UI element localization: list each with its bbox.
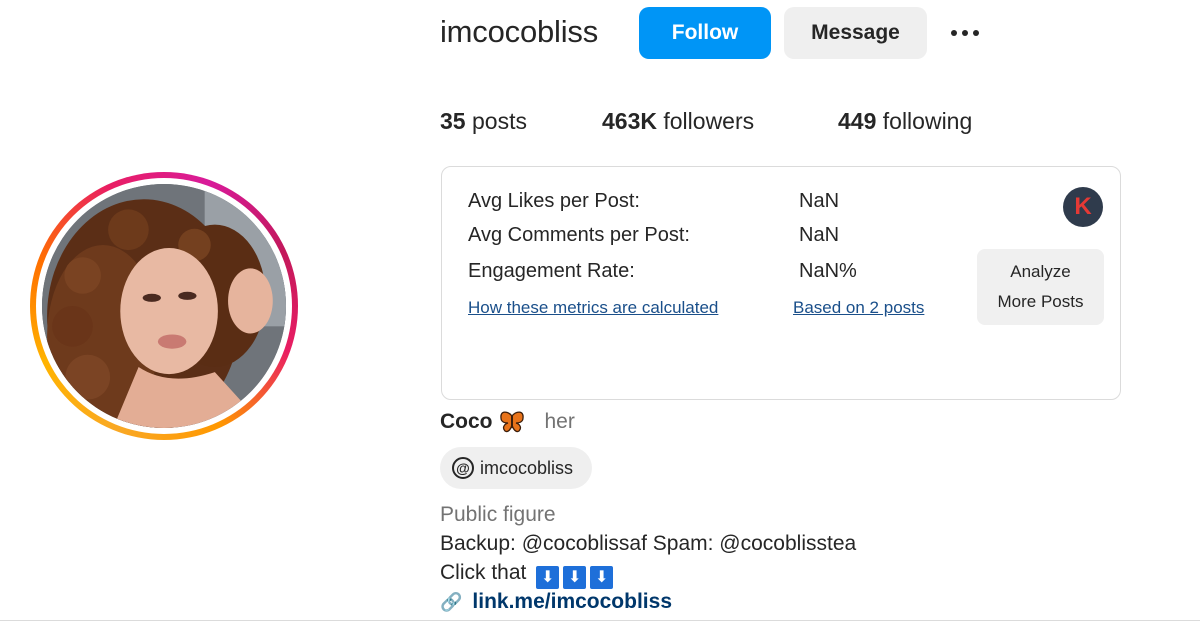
following-count-value: 449 bbox=[838, 108, 877, 134]
posts-count: 35 posts bbox=[440, 108, 527, 135]
analyze-button-line1: Analyze bbox=[1010, 262, 1071, 281]
avg-likes-label: Avg Likes per Post: bbox=[468, 190, 640, 212]
pronouns: her bbox=[544, 410, 575, 433]
dot bbox=[973, 30, 979, 36]
down-arrow-icon: ⬇ bbox=[563, 566, 587, 589]
avatar-frame bbox=[36, 178, 292, 434]
butterfly-icon bbox=[499, 411, 524, 433]
display-name: Coco bbox=[440, 410, 493, 433]
message-button[interactable]: Message bbox=[784, 7, 927, 59]
down-arrow-icon: ⬇ bbox=[536, 566, 560, 589]
profile-username: imcocobliss bbox=[440, 14, 599, 49]
posts-count-label: posts bbox=[471, 108, 527, 134]
analyze-more-posts-button[interactable]: Analyze More Posts bbox=[977, 249, 1104, 325]
section-divider bbox=[0, 620, 1200, 621]
bio-line-click: Click that ⬇ ⬇ ⬇ bbox=[440, 561, 614, 589]
avg-likes-value: NaN bbox=[799, 190, 840, 212]
bio-spam-prefix: Spam: bbox=[646, 532, 720, 555]
backup-mention-link[interactable]: @cocoblissaf bbox=[522, 532, 647, 555]
bio-backup-prefix: Backup: bbox=[440, 532, 522, 555]
down-arrow-icon: ⬇ bbox=[590, 566, 614, 589]
extension-logo-icon[interactable]: K bbox=[1063, 187, 1103, 227]
engagement-metrics-card: Avg Likes per Post: NaN Avg Comments per… bbox=[441, 166, 1121, 400]
followers-count[interactable]: 463K followers bbox=[602, 108, 754, 135]
profile-avatar-ring[interactable] bbox=[30, 172, 298, 440]
avatar-image bbox=[42, 184, 286, 428]
engagement-rate-value: NaN% bbox=[799, 260, 857, 282]
dot bbox=[951, 30, 957, 36]
external-link-url[interactable]: link.me/imcocobliss bbox=[472, 590, 672, 614]
threads-profile-link[interactable]: @ imcocobliss bbox=[440, 447, 592, 489]
link-icon: 🔗 bbox=[440, 591, 463, 612]
avg-comments-label: Avg Comments per Post: bbox=[468, 224, 690, 246]
analyze-button-line2: More Posts bbox=[997, 292, 1084, 311]
based-on-posts-link[interactable]: Based on 2 posts bbox=[793, 298, 924, 318]
bio-click-text: Click that bbox=[440, 561, 527, 584]
threads-handle: imcocobliss bbox=[480, 457, 574, 478]
followers-count-label: followers bbox=[663, 108, 755, 134]
avg-comments-value: NaN bbox=[799, 224, 840, 246]
following-count-label: following bbox=[882, 108, 973, 134]
bio-line-backup: Backup: @cocoblissaf Spam: @cocoblisstea bbox=[440, 532, 856, 556]
spam-mention-link[interactable]: @cocoblisstea bbox=[719, 532, 856, 555]
threads-icon: @ bbox=[452, 457, 474, 479]
posts-count-value: 35 bbox=[440, 108, 466, 134]
metrics-explanation-link[interactable]: How these metrics are calculated bbox=[468, 298, 718, 318]
avatar[interactable] bbox=[42, 184, 286, 428]
bio-external-link[interactable]: 🔗 link.me/imcocobliss bbox=[440, 590, 672, 614]
following-count[interactable]: 449 following bbox=[838, 108, 972, 135]
dot bbox=[962, 30, 968, 36]
engagement-rate-label: Engagement Rate: bbox=[468, 260, 635, 282]
followers-count-value: 463K bbox=[602, 108, 657, 134]
profile-category: Public figure bbox=[440, 503, 556, 526]
more-options-icon[interactable] bbox=[944, 16, 986, 50]
profile-name-line: Coco her bbox=[440, 410, 575, 434]
follow-button[interactable]: Follow bbox=[639, 7, 771, 59]
